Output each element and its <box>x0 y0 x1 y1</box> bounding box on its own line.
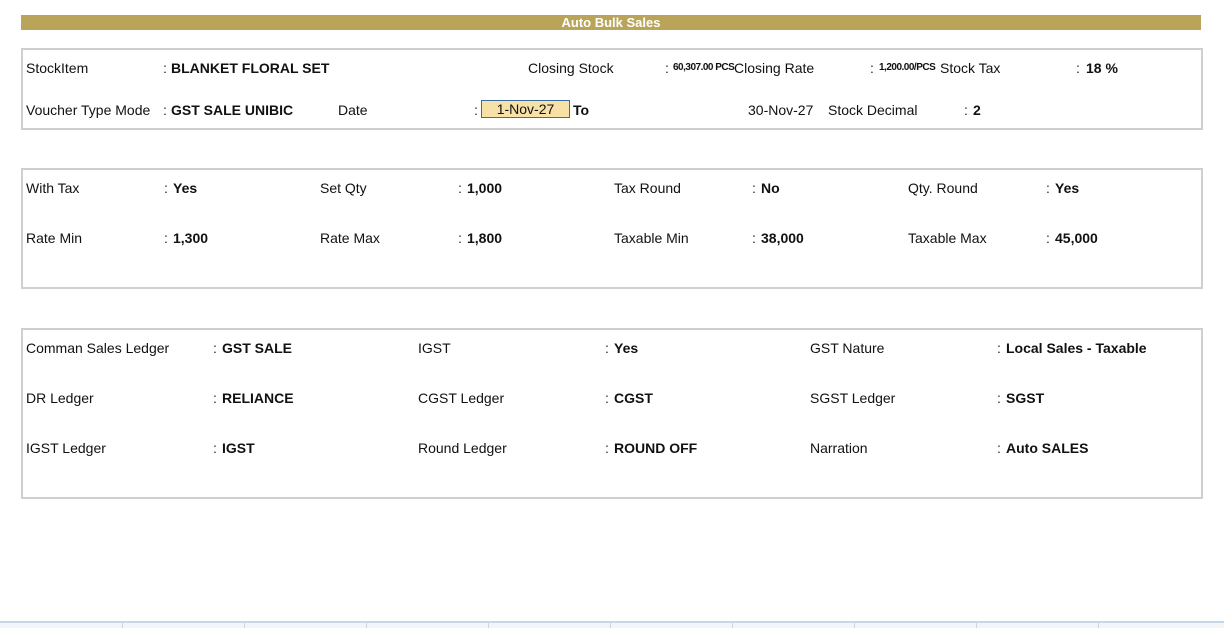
stock-item-label: StockItem <box>26 60 89 76</box>
narration-label: Narration <box>810 440 868 456</box>
closing-rate-value: 1,200.00/PCS <box>879 62 936 73</box>
tax-round-value[interactable]: No <box>761 179 780 197</box>
colon: : <box>752 180 756 196</box>
button-bar-divider <box>488 623 489 628</box>
colon: : <box>164 180 168 196</box>
igst-label: IGST <box>418 340 451 356</box>
set-qty-value[interactable]: 1,000 <box>467 179 502 197</box>
igst-ledger-value[interactable]: IGST <box>222 439 255 457</box>
button-bar-divider <box>1098 623 1099 628</box>
voucher-type-label: Voucher Type Mode <box>26 102 151 118</box>
colon: : <box>605 340 609 356</box>
button-bar-divider <box>366 623 367 628</box>
date-to-field[interactable]: 30-Nov-27 <box>748 101 813 119</box>
stock-tax-value: 18 % <box>1086 60 1118 76</box>
colon: : <box>964 102 968 118</box>
window-title: Auto Bulk Sales <box>21 15 1201 30</box>
sgst-ledger-value[interactable]: SGST <box>1006 389 1044 407</box>
cgst-ledger-value[interactable]: CGST <box>614 389 653 407</box>
colon: : <box>213 440 217 456</box>
colon: : <box>213 340 217 356</box>
rate-max-label: Rate Max <box>320 230 380 246</box>
options-panel: With Tax : Yes Set Qty : 1,000 Tax Round… <box>21 168 1203 289</box>
colon: : <box>997 390 1001 406</box>
rate-min-value[interactable]: 1,300 <box>173 229 208 247</box>
colon: : <box>1076 60 1080 76</box>
voucher-type-value[interactable]: GST SALE UNIBIC <box>171 101 293 119</box>
stock-decimal-value[interactable]: 2 <box>973 101 981 119</box>
to-label: To <box>573 102 590 118</box>
colon: : <box>213 390 217 406</box>
igst-value[interactable]: Yes <box>614 339 638 357</box>
colon: : <box>665 60 669 76</box>
colon: : <box>163 60 167 76</box>
colon: : <box>474 102 478 118</box>
rate-max-value[interactable]: 1,800 <box>467 229 502 247</box>
colon: : <box>1046 230 1050 246</box>
colon: : <box>997 340 1001 356</box>
sgst-ledger-label: SGST Ledger <box>810 390 896 406</box>
button-bar-divider <box>610 623 611 628</box>
comman-sales-ledger-label: Comman Sales Ledger <box>26 340 170 356</box>
button-bar-divider <box>854 623 855 628</box>
narration-value[interactable]: Auto SALES <box>1006 439 1088 457</box>
button-bar-divider <box>122 623 123 628</box>
with-tax-label: With Tax <box>26 180 80 196</box>
gst-nature-value[interactable]: Local Sales - Taxable <box>1006 339 1147 357</box>
date-from-field[interactable]: 1-Nov-27 <box>481 100 570 118</box>
stock-item-value[interactable]: BLANKET FLORAL SET <box>171 59 329 77</box>
qty-round-label: Qty. Round <box>908 180 978 196</box>
colon: : <box>1046 180 1050 196</box>
colon: : <box>997 440 1001 456</box>
round-ledger-value[interactable]: ROUND OFF <box>614 439 697 457</box>
closing-stock-label: Closing Stock <box>528 60 614 76</box>
qty-round-value[interactable]: Yes <box>1055 179 1079 197</box>
taxable-max-label: Taxable Max <box>908 230 987 246</box>
rate-min-label: Rate Min <box>26 230 83 246</box>
colon: : <box>458 230 462 246</box>
comman-sales-ledger-value[interactable]: GST SALE <box>222 339 292 357</box>
taxable-min-value[interactable]: 38,000 <box>761 229 804 247</box>
round-ledger-label: Round Ledger <box>418 440 507 456</box>
colon: : <box>605 440 609 456</box>
cgst-ledger-label: CGST Ledger <box>418 390 505 406</box>
set-qty-label: Set Qty <box>320 180 367 196</box>
taxable-min-label: Taxable Min <box>614 230 689 246</box>
stock-item-panel: StockItem : BLANKET FLORAL SET Closing S… <box>21 48 1203 130</box>
dr-ledger-value[interactable]: RELIANCE <box>222 389 294 407</box>
tax-round-label: Tax Round <box>614 180 681 196</box>
button-bar <box>0 623 1224 628</box>
stock-decimal-label: Stock Decimal <box>828 102 918 118</box>
gst-nature-label: GST Nature <box>810 340 885 356</box>
taxable-max-value[interactable]: 45,000 <box>1055 229 1098 247</box>
colon: : <box>458 180 462 196</box>
closing-stock-value: 60,307.00 PCS <box>673 62 735 73</box>
ledgers-panel: Comman Sales Ledger : GST SALE IGST : Ye… <box>21 328 1203 499</box>
closing-rate-label: Closing Rate <box>734 60 815 76</box>
colon: : <box>605 390 609 406</box>
colon: : <box>164 230 168 246</box>
colon: : <box>752 230 756 246</box>
colon: : <box>870 60 874 76</box>
button-bar-divider <box>244 623 245 628</box>
button-bar-divider <box>732 623 733 628</box>
with-tax-value[interactable]: Yes <box>173 179 197 197</box>
igst-ledger-label: IGST Ledger <box>26 440 106 456</box>
dr-ledger-label: DR Ledger <box>26 390 94 406</box>
button-bar-divider <box>976 623 977 628</box>
stock-tax-label: Stock Tax <box>940 60 1001 76</box>
date-label: Date <box>338 102 368 118</box>
colon: : <box>163 102 167 118</box>
